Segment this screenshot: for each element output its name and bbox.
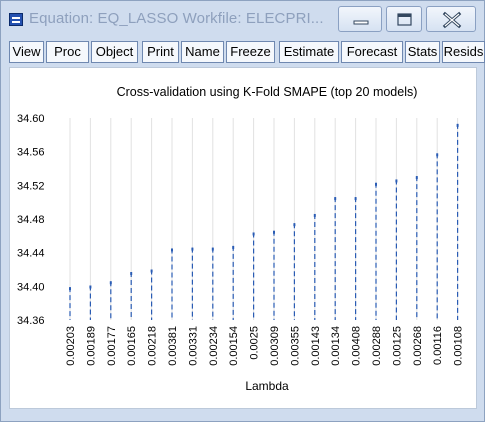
- x-tick-label: 0.00218: [147, 326, 159, 366]
- x-tick-label: 0.00234: [208, 326, 220, 366]
- toolbar-estimate-button[interactable]: Estimate: [279, 41, 339, 63]
- toolbar-print-button[interactable]: Print: [142, 41, 179, 63]
- x-tick-label: 0.00154: [228, 326, 240, 366]
- minimize-icon: [353, 20, 369, 25]
- y-axis: 34.60 34.56 34.52 34.48 34.44 34.40 34.36: [17, 113, 45, 327]
- window-title: Equation: EQ_LASSO Workfile: ELECPRI...: [29, 10, 324, 27]
- maximize-button[interactable]: [386, 6, 422, 32]
- toolbar-proc-button[interactable]: Proc: [46, 41, 89, 63]
- window-menu-icon[interactable]: [9, 13, 23, 26]
- toolbar-name-button[interactable]: Name: [181, 41, 224, 63]
- x-tick-label: 0.00309: [269, 326, 281, 366]
- toolbar-object-button[interactable]: Object: [91, 41, 138, 63]
- x-tick-label: 0.00116: [432, 326, 444, 365]
- minimize-button[interactable]: [338, 6, 382, 32]
- toolbar-freeze-button[interactable]: Freeze: [226, 41, 275, 63]
- x-tick-label: 0.00177: [106, 326, 118, 366]
- chart: Cross-validation using K-Fold SMAPE (top…: [17, 85, 472, 393]
- x-tick-label: 0.00355: [289, 326, 301, 366]
- toolbar-resids-button[interactable]: Resids: [442, 41, 485, 63]
- y-tick-label: 34.60: [17, 113, 45, 125]
- plot-area: [60, 118, 472, 320]
- toolbar-view-button[interactable]: View: [9, 41, 44, 63]
- x-tick-label: 0.00108: [453, 326, 465, 366]
- title-bar[interactable]: Equation: EQ_LASSO Workfile: ELECPRI...: [1, 1, 484, 41]
- maximize-icon: [397, 13, 412, 26]
- y-tick-label: 34.40: [17, 281, 45, 293]
- x-axis-label: Lambda: [245, 379, 289, 393]
- x-tick-label: 0.00189: [85, 326, 97, 366]
- x-tick-label: 0.00381: [167, 326, 179, 366]
- equation-window: Equation: EQ_LASSO Workfile: ELECPRI... …: [0, 0, 485, 422]
- close-icon: [442, 11, 462, 29]
- chart-title: Cross-validation using K-Fold SMAPE (top…: [117, 85, 418, 99]
- y-tick-label: 34.56: [17, 147, 45, 159]
- x-tick-label: 0.00268: [412, 326, 424, 366]
- x-tick-label: 0.00288: [371, 326, 383, 366]
- y-tick-label: 34.44: [17, 248, 45, 260]
- x-tick-label: 0.00134: [330, 326, 342, 366]
- x-tick-label: 0.00203: [65, 326, 77, 366]
- toolbar-forecast-button[interactable]: Forecast: [341, 41, 403, 63]
- x-tick-label: 0.0025: [249, 326, 261, 360]
- x-axis: 0.00203 0.00189 0.00177 0.00165 0.00218 0.003…: [65, 326, 465, 366]
- x-tick-label: 0.00125: [391, 326, 403, 366]
- y-tick-label: 34.36: [17, 315, 45, 327]
- data-series: [69, 123, 459, 320]
- graph-view: Cross-validation using K-Fold SMAPE (top…: [9, 67, 477, 409]
- y-tick-label: 34.52: [17, 180, 45, 192]
- x-tick-label: 0.00408: [351, 326, 363, 366]
- x-tick-label: 0.00143: [310, 326, 322, 366]
- toolbar-stats-button[interactable]: Stats: [405, 41, 440, 63]
- y-tick-label: 34.48: [17, 214, 45, 226]
- gridlines: [69, 118, 459, 320]
- close-button[interactable]: [426, 6, 476, 32]
- x-tick-label: 0.00331: [187, 326, 199, 366]
- x-tick-label: 0.00165: [126, 326, 138, 366]
